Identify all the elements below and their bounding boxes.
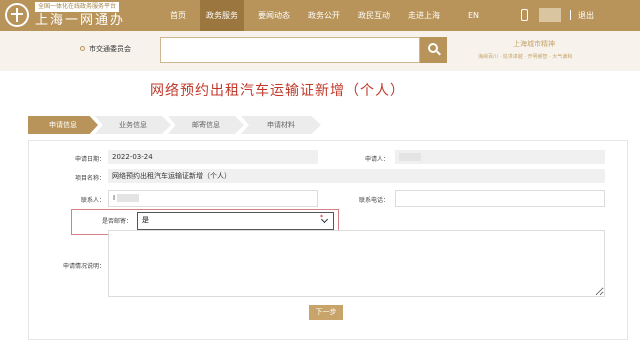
top-bar: 全国一体化在线政务服务平台 上海一网通办 首页 政务服务 要闻动态 政务公开 政…	[0, 0, 640, 31]
description-label: 申请情况说明：	[62, 263, 105, 270]
applicant-label: 申请人：	[364, 156, 389, 163]
step-business-info[interactable]: 业务信息	[95, 116, 171, 134]
logout-link[interactable]: 退出	[578, 0, 594, 31]
location-pin-icon	[80, 46, 85, 51]
location-label: 市交通委员会	[89, 45, 131, 53]
nav-news[interactable]: 要闻动态	[258, 0, 290, 31]
nav-interaction[interactable]: 政民互动	[358, 0, 390, 31]
user-name-redacted[interactable]	[539, 8, 561, 22]
nav-english[interactable]: EN	[468, 0, 479, 31]
redacted-contact	[117, 194, 140, 202]
next-step-button[interactable]: 下一步	[309, 305, 343, 320]
step-mail-info[interactable]: 邮寄信息	[168, 116, 244, 134]
item-name-value: 网络预约出租汽车运输证新增（个人）	[108, 169, 605, 183]
mobile-phone-icon[interactable]	[521, 9, 528, 21]
apply-date-value: 2022-03-24	[108, 150, 318, 164]
contact-label: 联系人：	[80, 197, 105, 204]
apply-date-label: 申请日期：	[74, 156, 105, 163]
search-area: 市交通委员会 上海城市精神 海纳百川 · 追求卓越 · 开明睿智 · 大气谦和	[0, 31, 640, 71]
item-name-label: 项目名称：	[74, 175, 105, 182]
nav-home[interactable]: 首页	[170, 0, 186, 31]
redacted-name	[399, 153, 421, 161]
phone-input[interactable]	[395, 190, 605, 207]
city-spirit-slogan: 海纳百川 · 追求卓越 · 开明睿智 · 大气谦和	[478, 54, 573, 60]
phone-label: 联系电话：	[358, 197, 389, 204]
step-materials[interactable]: 申请材料	[241, 116, 321, 134]
mail-select-value: 是	[142, 216, 149, 224]
nav-gov-services[interactable]: 政务服务	[200, 0, 244, 31]
applicant-value	[395, 150, 605, 164]
description-textarea[interactable]	[108, 230, 605, 297]
mail-label: 是否邮寄：	[101, 218, 132, 225]
application-form: 申请日期： 2022-03-24 申请人： 项目名称： 网络预约出租汽车运输证新…	[28, 140, 628, 340]
contact-input[interactable]: I	[108, 190, 318, 207]
nav-open-gov[interactable]: 政务公开	[308, 0, 340, 31]
divider	[570, 10, 571, 20]
logo-tagline: 全国一体化在线政务服务平台	[35, 2, 120, 12]
site-logo[interactable]: 全国一体化在线政务服务平台 上海一网通办	[5, 2, 175, 29]
location-selector[interactable]: 市交通委员会	[80, 44, 131, 54]
search-button[interactable]	[420, 37, 447, 63]
logo-mark-icon	[5, 3, 29, 27]
step-apply-info[interactable]: 申请信息	[28, 116, 98, 134]
search-input[interactable]	[160, 37, 420, 63]
logo-name: 上海一网通办	[35, 13, 126, 28]
required-mark: *	[320, 214, 323, 221]
nav-about-shanghai[interactable]: 走进上海	[408, 0, 440, 31]
page-title: 网络预约出租汽车运输证新增（个人）	[150, 83, 405, 99]
mail-select[interactable]: 是	[137, 212, 334, 230]
city-spirit-title: 上海城市精神	[513, 40, 555, 48]
